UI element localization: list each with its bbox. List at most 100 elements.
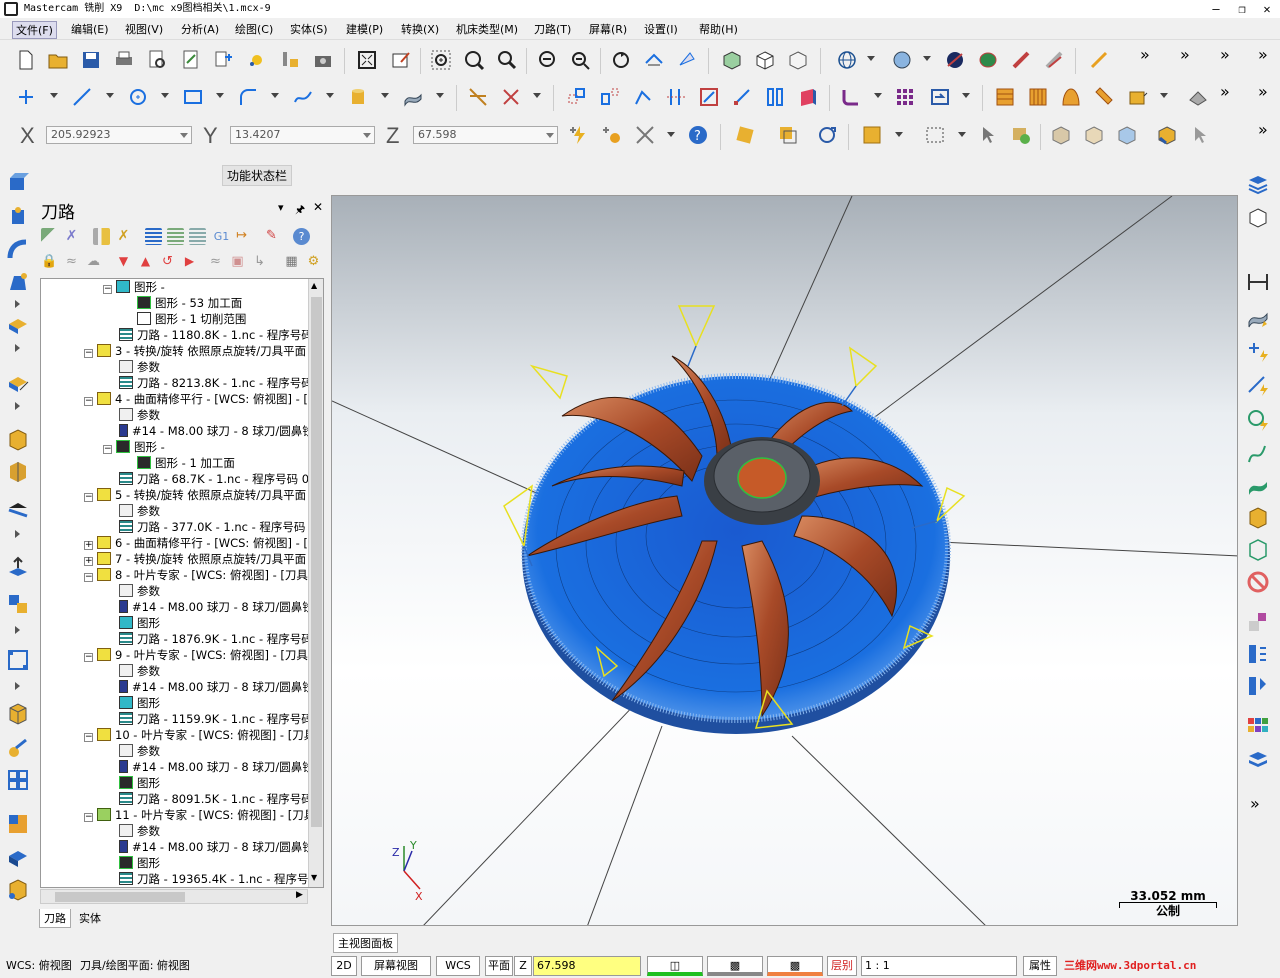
spline-bolt-icon[interactable] (1246, 442, 1270, 466)
tree-item[interactable]: 刀路 - 8091.5K - 1.nc - 程序号码 (119, 791, 313, 807)
menu-view[interactable]: 视图(V) (122, 21, 166, 37)
rectangle-icon[interactable] (182, 86, 204, 108)
tree-item[interactable]: 刀路 - 1159.9K - 1.nc - 程序号码 (119, 711, 313, 727)
y-coord-input[interactable]: 13.4207 (230, 126, 375, 144)
screen-view-button[interactable]: 屏幕视图 (361, 956, 431, 976)
backplot-icon[interactable] (145, 228, 162, 245)
verify-selection-icon[interactable] (1010, 124, 1032, 146)
tree-item[interactable]: 图形 (119, 615, 160, 631)
toolpath-contour-icon[interactable] (840, 86, 862, 108)
globe-dropdown[interactable] (867, 56, 875, 61)
solid-history-icon[interactable] (6, 736, 30, 760)
solid-bolt-icon[interactable] (1246, 506, 1270, 530)
insert-pointer-icon[interactable]: ↺ (159, 254, 176, 271)
menu-create[interactable]: 绘图(C) (232, 21, 276, 37)
tree-item[interactable]: 参数 (119, 407, 160, 423)
solid-face-icon[interactable] (1050, 124, 1072, 146)
snap-settings-icon[interactable] (601, 124, 623, 146)
rotate-view-icon[interactable] (610, 49, 632, 71)
solid-section-icon[interactable] (6, 846, 30, 870)
select-all-icon[interactable] (861, 124, 883, 146)
pan-view-icon[interactable] (643, 49, 665, 71)
solid-layout-icon[interactable] (6, 648, 30, 672)
tree-item[interactable]: +7 - 转换/旋转 依照原点旋转/刀具平面 (84, 551, 306, 567)
solid-move-icon[interactable] (6, 556, 30, 580)
snap-dropdown[interactable] (667, 132, 675, 137)
tree-item[interactable]: #14 - M8.00 球刀 - 8 球刀/圆鼻铣刀 (119, 423, 323, 439)
x-coord-input[interactable]: 205.92923 (46, 126, 192, 144)
scroll-to-icon[interactable]: ≈ (207, 254, 224, 271)
expand-toggle-icon[interactable]: − (103, 285, 112, 294)
tree-item[interactable]: − 10 - 叶片专家 - [WCS: 俯视图] - [刀具 (84, 727, 315, 743)
insert-after-icon[interactable]: ▶ (181, 254, 198, 271)
tab-toolpaths[interactable]: 刀路 (39, 909, 71, 928)
menu-model-prep[interactable]: 建模(P) (343, 21, 386, 37)
refresh-icon[interactable] (816, 124, 838, 146)
toolpath-select-icon[interactable] (1156, 124, 1178, 146)
menu-toolpaths[interactable]: 刀路(T) (531, 21, 574, 37)
line-dropdown[interactable] (106, 93, 114, 98)
toolbar-overflow-icon[interactable]: » (1140, 45, 1150, 64)
expand-toggle-icon[interactable]: + (84, 541, 93, 550)
point-style-button[interactable]: ▩ (707, 956, 763, 976)
import-dropdown[interactable] (962, 93, 970, 98)
toolbar-overflow-icon[interactable]: » (1180, 45, 1190, 64)
tree-item[interactable]: − 图形 - (103, 439, 165, 455)
surface-finish-icon[interactable] (1027, 86, 1049, 108)
expand-toggle-icon[interactable]: − (103, 445, 112, 454)
window-select-dropdown[interactable] (958, 132, 966, 137)
scroll-right-icon[interactable]: ▶ (296, 890, 303, 900)
expand-toggle-icon[interactable]: − (84, 349, 93, 358)
tree-hscroll-thumb[interactable] (55, 892, 185, 902)
expand-toggle-icon[interactable]: − (84, 493, 93, 502)
tree-item[interactable]: #14 - M8.00 球刀 - 8 球刀/圆鼻铣刀 (119, 839, 323, 855)
hidden-line-icon[interactable] (1010, 49, 1032, 71)
toolbar-overflow-icon[interactable]: » (1220, 82, 1230, 101)
regenerate-dirty-icon[interactable]: ✗ (115, 228, 132, 245)
menu-help[interactable]: 帮助(H) (696, 21, 741, 37)
shade-dropdown[interactable] (923, 56, 931, 61)
high-speed-icon[interactable]: ↦ (233, 228, 250, 245)
toolbar-overflow-icon[interactable]: » (1220, 45, 1230, 64)
trim-dropdown[interactable] (533, 93, 541, 98)
tree-item[interactable]: #14 - M8.00 球刀 - 8 球刀/圆鼻铣刀 (119, 759, 323, 775)
view-manager-icon[interactable] (1246, 206, 1270, 230)
surface-color-button[interactable]: ▩ (767, 956, 823, 976)
no-entry-icon[interactable] (1246, 570, 1270, 594)
toolpath-dropdown[interactable] (874, 93, 882, 98)
layer-stack-icon[interactable] (1246, 748, 1270, 772)
translucent-icon[interactable] (1043, 49, 1065, 71)
autocursor-icon[interactable] (568, 124, 590, 146)
xform-rotate-icon[interactable] (632, 86, 654, 108)
iso-view-icon[interactable] (721, 49, 743, 71)
tree-item[interactable]: 图形 (119, 855, 160, 871)
tree-item[interactable]: 图形 - 1 加工面 (137, 455, 235, 471)
spline-dropdown[interactable] (326, 93, 334, 98)
open-file-icon[interactable] (47, 49, 69, 71)
planes-icon[interactable] (1246, 674, 1270, 698)
solid-shell-icon[interactable] (6, 428, 30, 452)
tree-item[interactable]: 刀路 - 19365.4K - 1.nc - 程序号码 (119, 871, 320, 887)
settings-gear-icon[interactable]: ⚙ (305, 254, 322, 271)
xform-offset-icon[interactable] (665, 86, 687, 108)
unzoom-previous-icon[interactable] (536, 49, 558, 71)
tree-item[interactable]: #14 - M8.00 球刀 - 8 球刀/圆鼻铣刀 (119, 679, 323, 695)
single-display-icon[interactable]: ▣ (229, 254, 246, 271)
expand-toggle-icon[interactable]: + (84, 557, 93, 566)
tree-item[interactable]: − 5 - 转换/旋转 依照原点旋转/刀具平面 (84, 487, 306, 503)
lock-icon[interactable]: 🔒 (41, 254, 58, 271)
mode-2d-button[interactable]: 2D (331, 956, 357, 976)
expand-toggle-icon[interactable]: − (84, 813, 93, 822)
tree-item[interactable]: 图形 - 53 加工面 (137, 295, 242, 311)
tree-item[interactable]: #14 - M8.00 球刀 - 8 球刀/圆鼻铣刀 (119, 599, 323, 615)
solid-fillet-icon[interactable] (6, 312, 30, 336)
solid-revolve-icon[interactable] (6, 204, 30, 228)
repaint-icon[interactable] (390, 49, 412, 71)
wcs-icon[interactable] (1246, 642, 1270, 666)
select-dropdown[interactable] (895, 132, 903, 137)
circle-icon[interactable] (127, 86, 149, 108)
point-icon[interactable] (15, 86, 37, 108)
graphics-viewport[interactable]: Z Y X 33.052 mm 公制 (331, 195, 1238, 926)
tree-horizontal-scrollbar[interactable]: ▶ (40, 889, 308, 904)
post-ops-icon[interactable]: G1 (213, 228, 230, 245)
